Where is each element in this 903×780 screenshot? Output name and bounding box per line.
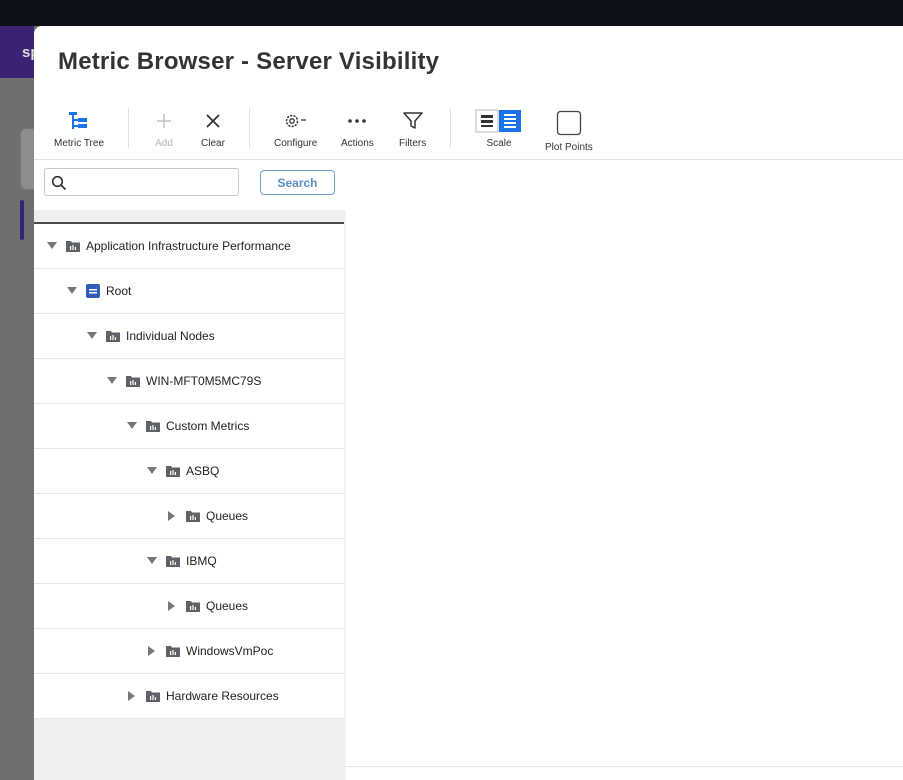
caret-down-icon[interactable] [66, 285, 78, 297]
add-button[interactable]: Add [155, 106, 173, 149]
caret-down-icon[interactable] [146, 555, 158, 567]
tree-row-label: WindowsVmPoc [186, 644, 274, 658]
tree-row-label: Application Infrastructure Performance [86, 239, 291, 253]
plus-icon [155, 106, 173, 136]
background-card [20, 128, 35, 190]
panel-divider[interactable] [344, 210, 346, 780]
scale-label: Scale [486, 138, 512, 149]
scale-toggle[interactable]: Scale [475, 106, 523, 149]
metric-tree-label: Metric Tree [54, 138, 105, 149]
tree-row-label: Hardware Resources [166, 689, 279, 703]
scale-icon [475, 106, 523, 136]
tree-row[interactable]: Queues [34, 584, 344, 629]
tree-row[interactable]: IBMQ [34, 539, 344, 584]
tree-row-label: ASBQ [186, 464, 220, 478]
tree-row[interactable]: WindowsVmPoc [34, 629, 344, 674]
caret-right-icon[interactable] [146, 645, 158, 657]
background-nav: sp [0, 26, 40, 78]
tree-row[interactable]: WIN-MFT0M5MC79S [34, 359, 344, 404]
tree-row-label: Queues [206, 599, 249, 613]
more-horizontal-icon [347, 106, 367, 136]
tree-row-label: Individual Nodes [126, 329, 215, 343]
add-label: Add [155, 138, 173, 149]
tree-row[interactable]: Individual Nodes [34, 314, 344, 359]
toolbar-divider [249, 108, 250, 148]
clear-label: Clear [201, 138, 225, 149]
search-icon [51, 175, 67, 196]
metric-browser-modal: Metric Browser - Server Visibility Metri… [34, 26, 903, 780]
tree-row-label: WIN-MFT0M5MC79S [146, 374, 262, 388]
folder-chart-icon [106, 330, 120, 342]
root-icon [86, 284, 100, 298]
metric-tree-panel: Application Infrastructure Performance Ro… [34, 210, 344, 780]
metric-tree-button[interactable]: Metric Tree [54, 106, 104, 149]
search-input[interactable] [73, 173, 237, 193]
caret-down-icon[interactable] [86, 330, 98, 342]
search-button[interactable]: Search [260, 170, 335, 195]
tree-row[interactable]: ASBQ [34, 449, 344, 494]
clear-button[interactable]: Clear [201, 106, 225, 149]
tree-row[interactable]: Application Infrastructure Performance [34, 224, 344, 269]
close-icon [204, 106, 222, 136]
plot-points-toggle[interactable]: Plot Points [545, 106, 593, 153]
filters-label: Filters [399, 138, 427, 149]
filter-icon [402, 106, 423, 136]
plot-points-label: Plot Points [545, 142, 593, 153]
tree-row[interactable]: Custom Metrics [34, 404, 344, 449]
folder-chart-icon [166, 555, 180, 567]
configure-label: Configure [274, 138, 318, 149]
caret-right-icon[interactable] [166, 510, 178, 522]
tree-row[interactable]: Queues [34, 494, 344, 539]
search-field[interactable] [44, 168, 239, 196]
configure-button[interactable]: Configure [274, 106, 317, 149]
caret-down-icon[interactable] [106, 375, 118, 387]
background-accent [20, 200, 24, 240]
toolbar-divider [128, 108, 129, 148]
toolbar-divider [450, 108, 451, 148]
metric-tree: Application Infrastructure Performance Ro… [34, 222, 344, 719]
caret-right-icon[interactable] [126, 690, 138, 702]
chart-area-border [346, 766, 903, 767]
folder-chart-icon [186, 600, 200, 612]
tree-row[interactable]: Root [34, 269, 344, 314]
tree-row[interactable]: Hardware Resources [34, 674, 344, 719]
tree-row-label: IBMQ [186, 554, 217, 568]
toolbar: Metric Tree Add Clear Configure Actions … [34, 106, 903, 160]
actions-button[interactable]: Actions [341, 106, 374, 149]
tree-row-label: Root [106, 284, 132, 298]
caret-down-icon[interactable] [126, 420, 138, 432]
folder-chart-icon [66, 240, 80, 252]
app-top-bar [0, 0, 903, 26]
folder-chart-icon [166, 645, 180, 657]
folder-chart-icon [146, 420, 160, 432]
tree-row-label: Custom Metrics [166, 419, 250, 433]
caret-down-icon[interactable] [46, 240, 58, 252]
folder-chart-icon [126, 375, 140, 387]
modal-title: Metric Browser - Server Visibility [58, 48, 440, 75]
caret-down-icon[interactable] [146, 465, 158, 477]
tree-row-label: Queues [206, 509, 249, 523]
folder-chart-icon [166, 465, 180, 477]
checkbox-icon [556, 106, 582, 140]
gear-dropdown-icon [283, 106, 309, 136]
folder-chart-icon [186, 510, 200, 522]
caret-right-icon[interactable] [166, 600, 178, 612]
folder-chart-icon [146, 690, 160, 702]
actions-label: Actions [341, 138, 374, 149]
metric-tree-icon [67, 106, 91, 136]
filters-button[interactable]: Filters [399, 106, 426, 149]
